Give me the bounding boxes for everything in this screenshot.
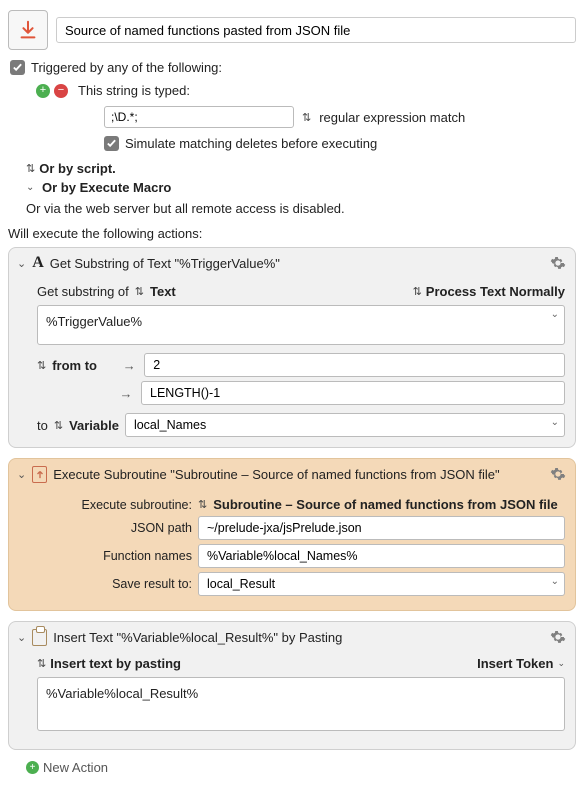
insert-mode-stepper-icon[interactable]: ⇅ [37, 657, 46, 670]
arrow-right-icon: → [120, 358, 138, 373]
typed-string-label: This string is typed: [78, 83, 190, 98]
match-mode-stepper-icon[interactable]: ⇅ [302, 111, 311, 124]
download-arrow-icon [17, 19, 39, 41]
macro-icon-box [8, 10, 48, 50]
destination-type-label: Variable [69, 418, 119, 433]
save-result-variable-input[interactable] [198, 572, 565, 596]
insert-token-label: Insert Token [477, 656, 553, 671]
script-stepper-icon[interactable]: ⇅ [26, 162, 35, 175]
action-get-substring: ⌄ A Get Substring of Text "%TriggerValue… [8, 247, 576, 448]
save-result-label: Save result to: [37, 577, 192, 591]
remove-trigger-button[interactable]: − [54, 84, 68, 98]
gear-icon[interactable] [549, 254, 567, 272]
source-type-stepper-icon[interactable]: ⇅ [135, 285, 144, 298]
match-mode-label: regular expression match [319, 110, 465, 125]
gear-icon[interactable] [549, 628, 567, 646]
text-action-icon: A [32, 254, 44, 272]
variable-name-input[interactable] [125, 413, 565, 437]
plus-icon: + [26, 761, 39, 774]
chevron-down-icon: ⌄ [557, 658, 565, 669]
or-by-script-label: Or by script. [39, 161, 116, 176]
add-trigger-button[interactable]: + [36, 84, 50, 98]
action-title: Execute Subroutine "Subroutine – Source … [53, 467, 543, 482]
range-mode-stepper-icon[interactable]: ⇅ [37, 359, 46, 372]
disclosure-toggle[interactable]: ⌄ [17, 468, 26, 481]
or-execute-macro-label: Or by Execute Macro [42, 180, 171, 195]
insert-text-area[interactable]: %Variable%local_Result% [37, 677, 565, 731]
source-text-area[interactable]: %TriggerValue% [37, 305, 565, 345]
action-title: Insert Text "%Variable%local_Result%" by… [53, 630, 543, 645]
destination-type-stepper-icon[interactable]: ⇅ [54, 419, 63, 432]
or-web-server-label: Or via the web server but all remote acc… [26, 201, 576, 216]
process-mode-stepper-icon[interactable]: ⇅ [413, 285, 422, 298]
chevron-down-icon[interactable]: ⌄ [551, 309, 559, 320]
simulate-deletes-label: Simulate matching deletes before executi… [125, 136, 377, 151]
get-substring-of-label: Get substring of [37, 284, 129, 299]
clipboard-icon [32, 629, 47, 646]
function-names-label: Function names [37, 549, 192, 563]
new-action-label: New Action [43, 760, 108, 775]
to-value-input[interactable] [141, 381, 565, 405]
triggers-heading: Triggered by any of the following: [31, 60, 222, 75]
function-names-input[interactable] [198, 544, 565, 568]
insert-token-button[interactable]: Insert Token ⌄ [477, 656, 565, 671]
execute-subroutine-label: Execute subroutine: [37, 498, 192, 512]
insert-mode-label: Insert text by pasting [50, 656, 181, 671]
enable-triggers-checkbox[interactable] [10, 60, 25, 75]
action-insert-text: ⌄ Insert Text "%Variable%local_Result%" … [8, 621, 576, 750]
json-path-label: JSON path [37, 521, 192, 535]
subroutine-picker-stepper-icon[interactable]: ⇅ [198, 498, 207, 511]
execute-actions-heading: Will execute the following actions: [8, 226, 576, 241]
typed-string-input[interactable] [104, 106, 294, 128]
new-action-button[interactable]: + New Action [26, 760, 576, 775]
from-value-input[interactable] [144, 353, 565, 377]
action-title: Get Substring of Text "%TriggerValue%" [50, 256, 543, 271]
range-mode-label: from to [52, 358, 114, 373]
subroutine-name-label: Subroutine – Source of named functions f… [213, 497, 565, 512]
json-path-input[interactable] [198, 516, 565, 540]
source-type-label: Text [150, 284, 176, 299]
simulate-deletes-checkbox[interactable] [104, 136, 119, 151]
process-mode-label: Process Text Normally [426, 284, 565, 299]
to-label: to [37, 418, 48, 433]
subroutine-action-icon [32, 466, 47, 483]
chevron-down-icon[interactable]: ⌄ [26, 182, 38, 193]
arrow-right-icon: → [117, 386, 135, 401]
disclosure-toggle[interactable]: ⌄ [17, 631, 26, 644]
disclosure-toggle[interactable]: ⌄ [17, 257, 26, 270]
macro-title-input[interactable] [56, 17, 576, 43]
gear-icon[interactable] [549, 465, 567, 483]
action-execute-subroutine: ⌄ Execute Subroutine "Subroutine – Sourc… [8, 458, 576, 611]
